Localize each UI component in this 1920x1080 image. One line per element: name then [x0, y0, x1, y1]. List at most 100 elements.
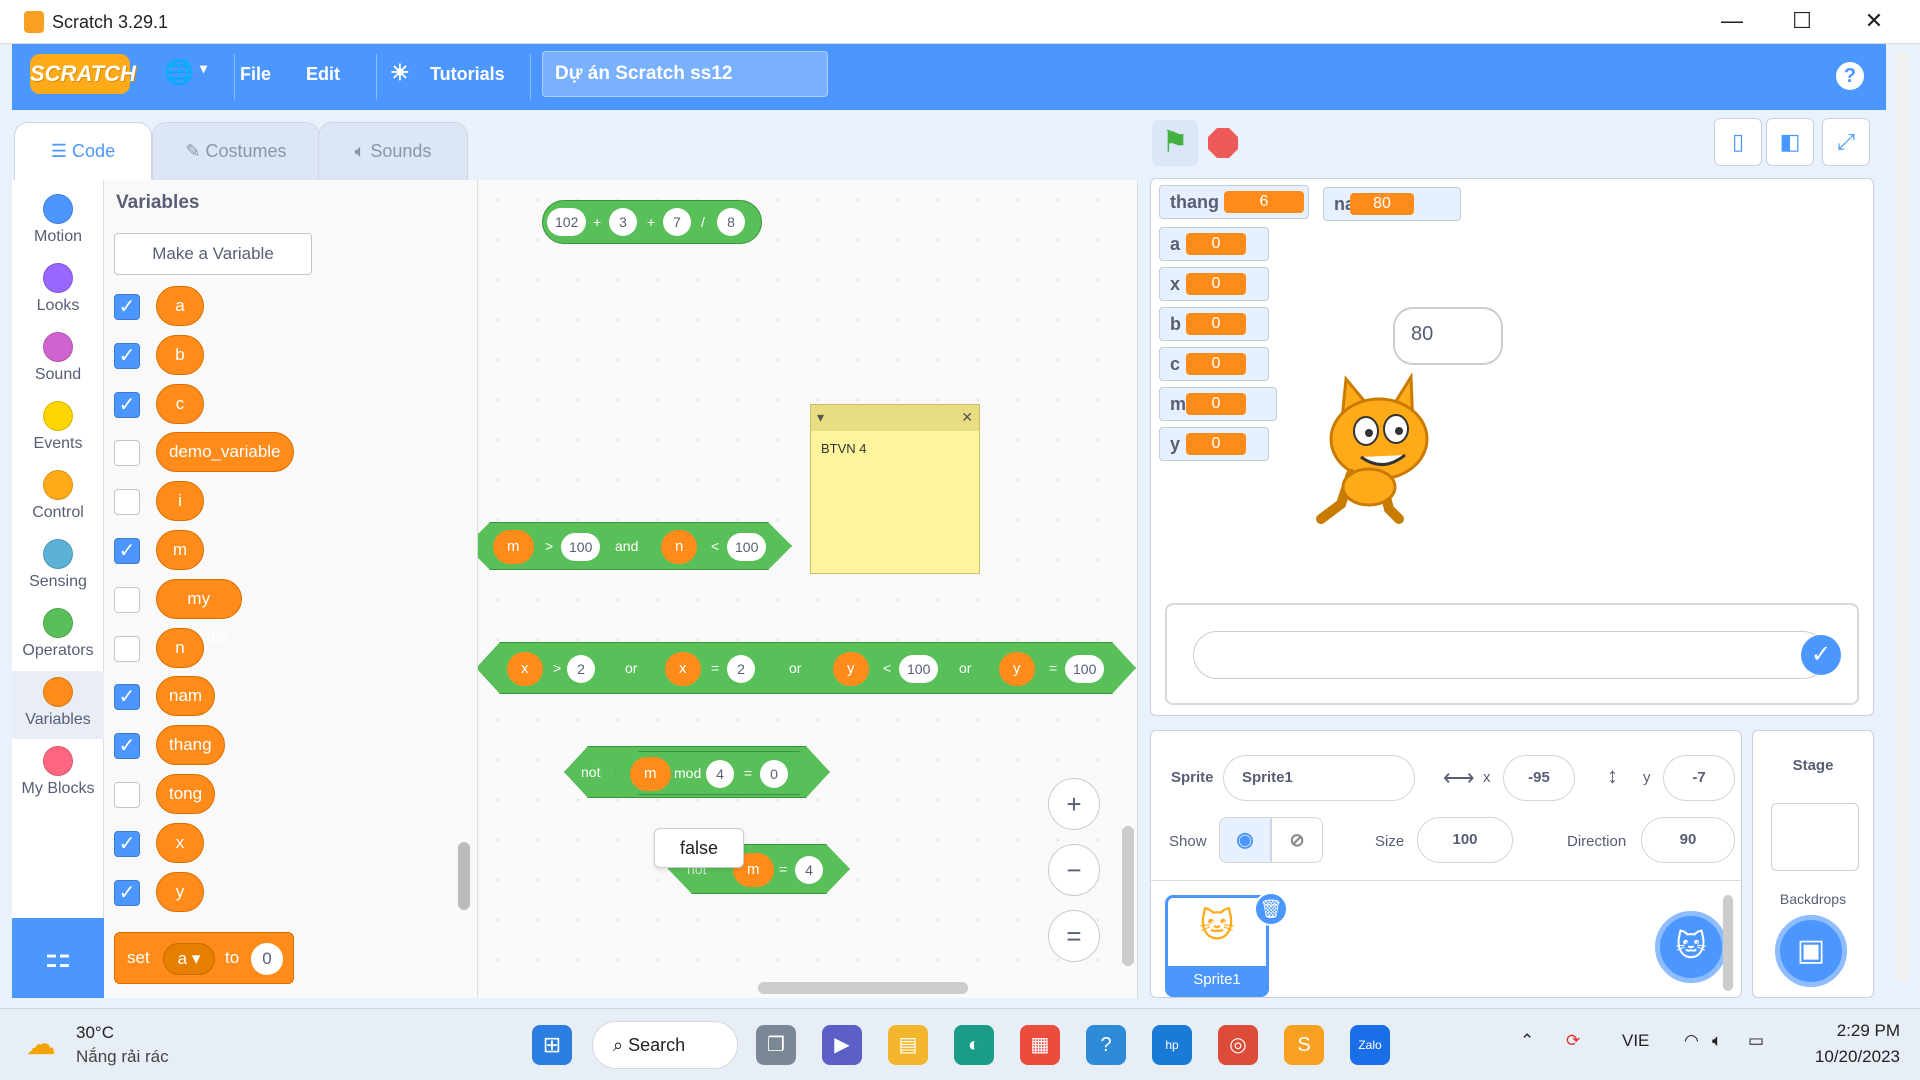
sprite-thumbnail[interactable]: 🐱︎ Sprite1 🗑︎ [1165, 892, 1288, 997]
cat-sprite[interactable] [1291, 369, 1441, 529]
tutorials-menu[interactable]: Tutorials [430, 64, 505, 85]
variable-checkbox[interactable] [114, 635, 140, 662]
help-icon[interactable]: ? [1836, 62, 1864, 90]
number-input[interactable]: 100 [561, 533, 600, 561]
sprite-name-input[interactable]: Sprite1 [1223, 755, 1415, 801]
sticky-note[interactable]: ▾ ✕ BTVN 4 [810, 404, 980, 574]
number-input[interactable]: 100 [899, 655, 938, 683]
number-input[interactable]: 8 [717, 208, 745, 236]
minimize-button[interactable]: — [1712, 8, 1752, 34]
clock-date[interactable]: 10/20/2023 [1780, 1047, 1900, 1067]
category-my-blocks[interactable]: My Blocks [12, 740, 104, 808]
variable-reporter[interactable]: i [156, 481, 204, 522]
variable-checkbox[interactable] [114, 782, 140, 808]
number-input[interactable]: 3 [609, 208, 637, 236]
variable-checkbox[interactable]: ✓ [114, 733, 140, 760]
category-looks[interactable]: Looks [12, 257, 104, 325]
file-explorer-icon[interactable]: ▤ [888, 1025, 928, 1065]
number-input[interactable]: 0 [760, 760, 788, 788]
zoom-in-button[interactable]: + [1048, 778, 1100, 830]
wifi-icon[interactable]: ◠ [1684, 1031, 1699, 1051]
variable-reporter[interactable]: n [661, 530, 697, 564]
category-variables[interactable]: Variables [12, 671, 104, 739]
clock-time[interactable]: 2:29 PM [1800, 1021, 1900, 1041]
not-mod-block[interactable]: not m mod 4 = 0 [564, 746, 830, 798]
variable-reporter[interactable]: b [156, 334, 204, 375]
vertical-scrollbar[interactable] [1122, 826, 1134, 966]
windows-start-icon[interactable]: ⊞ [532, 1025, 572, 1065]
variable-dropdown[interactable]: a ▾ [163, 943, 215, 975]
myhp-icon[interactable]: hp [1152, 1025, 1192, 1065]
scratch-logo[interactable]: SCRATCH [30, 54, 136, 94]
variable-reporter[interactable]: m [630, 757, 671, 791]
add-sprite-button[interactable]: 🐱︎ [1655, 911, 1727, 983]
variable-reporter[interactable]: y [999, 652, 1035, 686]
variable-checkbox[interactable] [114, 586, 140, 613]
variable-reporter[interactable]: x [507, 652, 543, 686]
variable-monitor[interactable]: c0 [1159, 347, 1269, 381]
teams-icon[interactable]: ▶ [822, 1025, 862, 1065]
x-input[interactable]: -95 [1503, 755, 1575, 801]
value-input[interactable]: 0 [251, 943, 283, 975]
eye-icon[interactable]: ◉ [1219, 817, 1271, 863]
task-view-icon[interactable]: ❐ [756, 1025, 796, 1065]
variable-monitor[interactable]: b0 [1159, 307, 1269, 341]
taskbar-search[interactable]: ⌕ Search [592, 1021, 738, 1069]
y-input[interactable]: -7 [1663, 755, 1735, 801]
sprite-list-scrollbar[interactable] [1723, 895, 1733, 991]
variable-reporter[interactable]: y [156, 871, 204, 912]
number-input[interactable]: 2 [567, 655, 595, 683]
category-sound[interactable]: Sound [12, 326, 104, 394]
palette-scrollbar[interactable] [458, 842, 470, 910]
variable-checkbox[interactable]: ✓ [114, 342, 140, 369]
number-input[interactable]: 4 [795, 856, 823, 884]
variable-checkbox[interactable]: ✓ [114, 294, 140, 320]
stage-selector[interactable]: Stage Backdrops ▣ [1752, 730, 1874, 998]
variable-monitor[interactable]: x0 [1159, 267, 1269, 301]
zalo-icon[interactable]: Zalo [1350, 1025, 1390, 1065]
variable-checkbox[interactable]: ✓ [114, 830, 140, 857]
variable-reporter[interactable]: thang [156, 725, 225, 766]
chrome-icon[interactable]: ◎ [1218, 1025, 1258, 1065]
normal-stage-button[interactable]: ◧ [1766, 118, 1814, 166]
variable-reporter[interactable]: demo_variable [156, 432, 294, 473]
number-input[interactable]: 100 [727, 533, 766, 561]
variable-reporter[interactable]: n [156, 627, 204, 668]
number-input[interactable]: 4 [706, 760, 734, 788]
edit-menu[interactable]: Edit [306, 64, 340, 85]
or-block[interactable]: x > 2 or x = 2 or y < 100 or y = 100 [478, 642, 1136, 694]
variable-monitor[interactable]: m0 [1159, 387, 1277, 421]
trash-icon[interactable]: 🗑︎ [1254, 892, 1288, 926]
variable-checkbox[interactable] [114, 440, 140, 467]
chevron-up-icon[interactable]: ⌃ [1520, 1031, 1534, 1051]
battery-icon[interactable]: ▭ [1748, 1031, 1764, 1051]
fullscreen-icon[interactable]: ⤢ [1822, 118, 1870, 166]
number-input[interactable]: 7 [663, 208, 691, 236]
volume-icon[interactable]: 🔈︎ [1712, 1031, 1722, 1051]
language-indicator[interactable]: VIE [1622, 1031, 1649, 1051]
edge-icon[interactable]: ◐ [954, 1025, 994, 1065]
close-icon[interactable]: ✕ [961, 409, 973, 426]
and-block[interactable]: m > 100 and n < 100 [478, 522, 792, 570]
variable-checkbox[interactable]: ✓ [114, 538, 140, 564]
green-flag-icon[interactable]: ⚑ [1152, 120, 1198, 166]
variable-checkbox[interactable] [114, 489, 140, 516]
project-title-input[interactable]: Dự án Scratch ss12 [542, 51, 828, 97]
number-input[interactable]: 102 [547, 208, 587, 236]
stop-icon[interactable] [1208, 128, 1238, 158]
backdrop-thumbnail[interactable] [1771, 803, 1859, 871]
scratch-taskbar-icon[interactable]: S [1284, 1025, 1324, 1065]
variable-reporter[interactable]: a [156, 286, 204, 326]
variable-checkbox[interactable]: ✓ [114, 879, 140, 906]
variable-reporter[interactable]: m [156, 530, 204, 570]
variable-reporter[interactable]: nam [156, 676, 216, 717]
answer-input[interactable] [1193, 631, 1827, 679]
size-input[interactable]: 100 [1417, 817, 1513, 863]
horizontal-scrollbar[interactable] [758, 982, 968, 994]
help-app-icon[interactable]: ? [1086, 1025, 1126, 1065]
store-icon[interactable]: ▦ [1020, 1025, 1060, 1065]
category-sensing[interactable]: Sensing [12, 533, 104, 601]
small-stage-button[interactable]: ▯ [1714, 118, 1762, 166]
variable-monitor[interactable]: y0 [1159, 427, 1269, 461]
variable-checkbox[interactable]: ✓ [114, 684, 140, 711]
